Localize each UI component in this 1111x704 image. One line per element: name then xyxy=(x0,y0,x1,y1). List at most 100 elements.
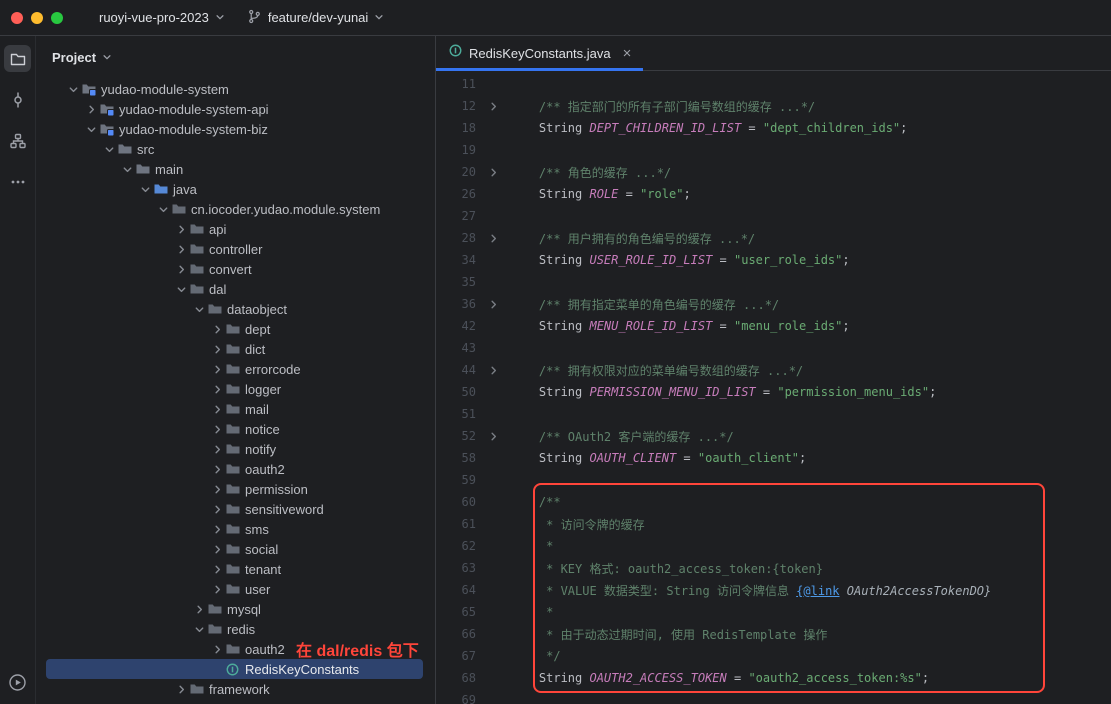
chevron-right-icon[interactable] xyxy=(209,341,225,357)
chevron-right-icon[interactable] xyxy=(173,681,189,697)
tree-item-label: social xyxy=(243,542,278,557)
chevron-right-icon[interactable] xyxy=(173,221,189,237)
zoom-window-button[interactable] xyxy=(51,12,63,24)
code-line-27: 27 xyxy=(436,205,1111,227)
chevron-down-icon[interactable] xyxy=(101,141,117,157)
chevron-down-icon[interactable] xyxy=(119,161,135,177)
run-icon[interactable] xyxy=(4,669,31,696)
tree-item-notify[interactable]: notify xyxy=(36,439,435,459)
package-icon xyxy=(225,501,243,517)
code-line-69: 69 xyxy=(436,689,1111,704)
more-icon[interactable] xyxy=(4,168,31,195)
chevron-down-icon[interactable] xyxy=(191,301,207,317)
tree-item-yudao-module-system[interactable]: yudao-module-system xyxy=(36,79,435,99)
chevron-down-icon[interactable] xyxy=(191,621,207,637)
tree-item-redis[interactable]: redis xyxy=(36,619,435,639)
chevron-down-icon[interactable] xyxy=(173,281,189,297)
tree-item-controller[interactable]: controller xyxy=(36,239,435,259)
tree-item-dataobject[interactable]: dataobject xyxy=(36,299,435,319)
chevron-down-icon[interactable] xyxy=(83,121,99,137)
editor-tab[interactable]: RedisKeyConstants.java × xyxy=(436,36,643,70)
line-number: 28 xyxy=(436,231,476,245)
project-selector[interactable]: ruoyi-vue-pro-2023 xyxy=(91,6,233,29)
project-panel-header[interactable]: Project xyxy=(36,36,435,79)
fold-chevron-icon[interactable] xyxy=(476,431,510,442)
tree-item-logger[interactable]: logger xyxy=(36,379,435,399)
tree-item-convert[interactable]: convert xyxy=(36,259,435,279)
commit-icon[interactable] xyxy=(4,86,31,113)
project-selector-label: ruoyi-vue-pro-2023 xyxy=(99,10,209,25)
tree-item-yudao-module-system-biz[interactable]: yudao-module-system-biz xyxy=(36,119,435,139)
fold-chevron-icon[interactable] xyxy=(476,101,510,112)
folder-icon xyxy=(135,161,153,177)
editor-tab-title: RedisKeyConstants.java xyxy=(469,46,611,61)
chevron-down-icon[interactable] xyxy=(137,181,153,197)
fold-chevron-icon[interactable] xyxy=(476,233,510,244)
tree-item-main[interactable]: main xyxy=(36,159,435,179)
line-number: 12 xyxy=(436,99,476,113)
git-branch-selector[interactable]: feature/dev-yunai xyxy=(239,5,392,31)
code-text: /** 角色的缓存 ...*/ xyxy=(510,164,671,181)
tree-item-framework[interactable]: framework xyxy=(36,679,435,699)
fold-chevron-icon[interactable] xyxy=(476,365,510,376)
line-number: 19 xyxy=(436,143,476,157)
tree-item-dept[interactable]: dept xyxy=(36,319,435,339)
tree-item-java[interactable]: java xyxy=(36,179,435,199)
folder-icon xyxy=(117,141,135,157)
chevron-right-icon[interactable] xyxy=(209,401,225,417)
tree-item-yudao-module-system-api[interactable]: yudao-module-system-api xyxy=(36,99,435,119)
code-editor[interactable]: 1112 /** 指定部门的所有子部门编号数组的缓存 ...*/18 Strin… xyxy=(436,71,1111,704)
chevron-right-icon[interactable] xyxy=(83,101,99,117)
tree-item-errorcode[interactable]: errorcode xyxy=(36,359,435,379)
tree-item-cn.iocoder.yudao.module.system[interactable]: cn.iocoder.yudao.module.system xyxy=(36,199,435,219)
tree-item-api[interactable]: api xyxy=(36,219,435,239)
tree-item-dal[interactable]: dal xyxy=(36,279,435,299)
chevron-right-icon[interactable] xyxy=(209,581,225,597)
close-tab-icon[interactable]: × xyxy=(623,46,632,61)
code-line-11: 11 xyxy=(436,73,1111,95)
tree-item-RedisKeyConstants[interactable]: RedisKeyConstants xyxy=(36,659,435,679)
chevron-right-icon[interactable] xyxy=(209,561,225,577)
chevron-right-icon[interactable] xyxy=(209,361,225,377)
tree-item-dict[interactable]: dict xyxy=(36,339,435,359)
tree-item-sms[interactable]: sms xyxy=(36,519,435,539)
project-folder-icon[interactable] xyxy=(4,45,31,72)
tree-item-sensitiveword[interactable]: sensitiveword xyxy=(36,499,435,519)
tree-item-tenant[interactable]: tenant xyxy=(36,559,435,579)
tree-item-permission[interactable]: permission xyxy=(36,479,435,499)
module-icon xyxy=(99,101,117,117)
tree-item-label: convert xyxy=(207,262,252,277)
chevron-right-icon[interactable] xyxy=(191,601,207,617)
chevron-right-icon[interactable] xyxy=(209,481,225,497)
minimize-window-button[interactable] xyxy=(31,12,43,24)
chevron-right-icon[interactable] xyxy=(173,261,189,277)
tree-item-notice[interactable]: notice xyxy=(36,419,435,439)
tree-item-social[interactable]: social xyxy=(36,539,435,559)
tree-item-oauth2[interactable]: oauth2 xyxy=(36,459,435,479)
tree-item-src[interactable]: src xyxy=(36,139,435,159)
chevron-right-icon[interactable] xyxy=(209,381,225,397)
fold-chevron-icon[interactable] xyxy=(476,167,510,178)
tree-item-user[interactable]: user xyxy=(36,579,435,599)
chevron-right-icon[interactable] xyxy=(173,241,189,257)
chevron-down-icon[interactable] xyxy=(65,81,81,97)
tree-item-mysql[interactable]: mysql xyxy=(36,599,435,619)
close-window-button[interactable] xyxy=(11,12,23,24)
git-branch-icon xyxy=(247,9,262,27)
tree-item-mail[interactable]: mail xyxy=(36,399,435,419)
chevron-down-icon[interactable] xyxy=(155,201,171,217)
line-number: 20 xyxy=(436,165,476,179)
chevron-right-icon[interactable] xyxy=(209,541,225,557)
chevron-right-icon[interactable] xyxy=(209,441,225,457)
fold-chevron-icon[interactable] xyxy=(476,299,510,310)
package-icon xyxy=(225,341,243,357)
package-icon xyxy=(189,281,207,297)
chevron-right-icon[interactable] xyxy=(209,461,225,477)
chevron-right-icon[interactable] xyxy=(209,521,225,537)
tree-item-label: tenant xyxy=(243,562,281,577)
chevron-right-icon[interactable] xyxy=(209,321,225,337)
chevron-right-icon[interactable] xyxy=(209,641,225,657)
chevron-right-icon[interactable] xyxy=(209,421,225,437)
chevron-right-icon[interactable] xyxy=(209,501,225,517)
structure-icon[interactable] xyxy=(4,127,31,154)
